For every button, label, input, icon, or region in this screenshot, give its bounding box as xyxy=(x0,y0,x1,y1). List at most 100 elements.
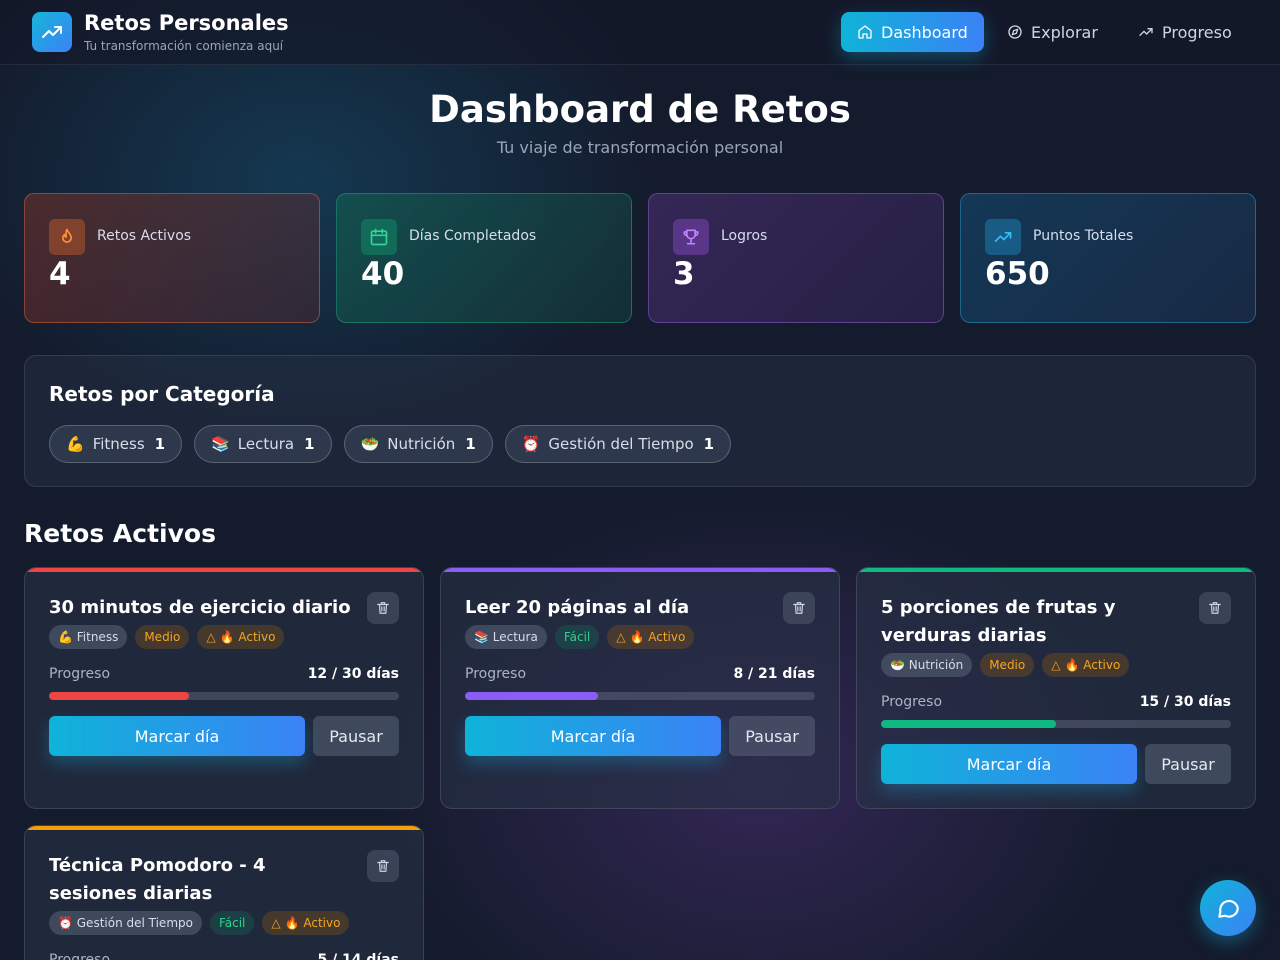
app-header: Retos Personales Tu transformación comie… xyxy=(0,0,1280,65)
chat-button[interactable] xyxy=(1200,880,1256,936)
challenge-tags: 📚 Lectura Fácil △ 🔥 Activo xyxy=(465,625,695,649)
category-label: Lectura xyxy=(237,435,295,453)
category-emoji: 📚 xyxy=(211,435,230,453)
challenge-title: 5 porciones de frutas y verduras diarias xyxy=(881,597,1116,646)
compass-icon xyxy=(1008,25,1022,39)
page-subtitle: Tu viaje de transformación personal xyxy=(496,138,784,157)
status-badge: △ 🔥 Activo xyxy=(262,911,350,935)
stat-icon-box xyxy=(985,219,1021,255)
flame-icon: △ xyxy=(1051,658,1061,672)
nav-explorar-label: Explorar xyxy=(1031,22,1098,42)
stat-card-logros: Logros 3 xyxy=(648,193,944,323)
delete-button[interactable] xyxy=(783,592,815,624)
category-count: 1 xyxy=(465,435,476,453)
stat-label: Logros xyxy=(721,228,768,244)
progress-track xyxy=(49,692,399,700)
difficulty-tag: Medio xyxy=(980,653,1035,677)
challenge-card: 30 minutos de ejercicio diario 💪 Fitness… xyxy=(24,567,424,809)
category-emoji: ⏰ xyxy=(521,435,541,453)
challenge-title: 30 minutos de ejercicio diario xyxy=(49,597,351,618)
category-emoji: 💪 xyxy=(66,435,85,453)
category-count: 1 xyxy=(154,435,166,453)
stat-card-dias-completados: Días Completados 40 xyxy=(336,193,632,323)
mark-day-button[interactable]: Marcar día xyxy=(881,744,1137,784)
stat-label: Puntos Totales xyxy=(1033,228,1134,244)
difficulty-tag: Fácil xyxy=(209,911,255,935)
category-chips: 💪 Fitness 1 📚 Lectura 1 🥗 Nutrición 1 ⏰ … xyxy=(49,425,732,463)
category-chip-fitness[interactable]: 💪 Fitness 1 xyxy=(49,425,183,463)
progress-row: Progreso 15 / 30 días xyxy=(881,694,1231,710)
category-tag: 🥗 Nutrición xyxy=(881,653,973,677)
progress-label: Progreso xyxy=(49,666,111,682)
progress-track xyxy=(881,720,1231,728)
status-label: 🔥 Activo xyxy=(1064,658,1121,672)
app-title: Retos Personales xyxy=(84,11,289,35)
category-label: Fitness xyxy=(92,435,145,453)
progress-fill xyxy=(49,692,189,700)
stat-label: Días Completados xyxy=(409,228,537,244)
progress-row: Progreso 5 / 14 días xyxy=(49,952,399,960)
difficulty-tag: Fácil xyxy=(554,625,600,649)
chat-icon xyxy=(1218,899,1239,918)
trash-icon xyxy=(377,860,389,872)
stat-value: 40 xyxy=(361,256,405,292)
category-chip-gestion-tiempo[interactable]: ⏰ Gestión del Tiempo 1 xyxy=(504,425,732,463)
progress-fill xyxy=(465,692,599,700)
challenge-title: Técnica Pomodoro - 4 sesiones diarias xyxy=(49,855,266,904)
card-accent-bar xyxy=(25,568,423,572)
calendar-icon xyxy=(370,228,388,246)
stat-value: 3 xyxy=(673,256,695,292)
category-label: Gestión del Tiempo xyxy=(548,435,694,453)
status-badge: △ 🔥 Activo xyxy=(607,625,695,649)
difficulty-tag: Medio xyxy=(135,625,190,649)
progress-track xyxy=(465,692,815,700)
card-accent-bar xyxy=(857,568,1255,572)
status-label: 🔥 Activo xyxy=(284,916,341,930)
flame-icon: △ xyxy=(271,916,281,930)
nav-explorar[interactable]: Explorar xyxy=(991,12,1114,52)
category-tag: ⏰ Gestión del Tiempo xyxy=(49,911,202,935)
nav-progreso[interactable]: Progreso xyxy=(1122,12,1248,52)
pause-button[interactable]: Pausar xyxy=(313,716,399,756)
home-icon xyxy=(858,25,872,39)
trending-up-icon xyxy=(42,26,62,38)
challenge-title: Leer 20 páginas al día xyxy=(465,597,690,618)
pause-button[interactable]: Pausar xyxy=(1145,744,1231,784)
categories-panel: Retos por Categoría 💪 Fitness 1 📚 Lectur… xyxy=(24,355,1256,487)
progress-value: 5 / 14 días xyxy=(317,952,399,960)
flame-icon xyxy=(62,228,72,243)
status-label: 🔥 Activo xyxy=(629,630,686,644)
progress-value: 8 / 21 días xyxy=(733,666,815,682)
delete-button[interactable] xyxy=(367,850,399,882)
logo[interactable] xyxy=(32,12,72,52)
card-accent-bar xyxy=(25,826,423,830)
status-badge: △ 🔥 Activo xyxy=(197,625,285,649)
trending-up-icon xyxy=(1139,27,1153,36)
status-label: 🔥 Activo xyxy=(219,630,276,644)
status-badge: △ 🔥 Activo xyxy=(1042,653,1130,677)
nav-progreso-label: Progreso xyxy=(1162,22,1232,42)
nav-dashboard[interactable]: Dashboard xyxy=(841,12,984,52)
stat-label: Retos Activos xyxy=(97,228,192,244)
trending-up-icon xyxy=(994,232,1012,242)
progress-row: Progreso 8 / 21 días xyxy=(465,666,815,682)
mark-day-button[interactable]: Marcar día xyxy=(465,716,721,756)
delete-button[interactable] xyxy=(1199,592,1231,624)
progress-row: Progreso 12 / 30 días xyxy=(49,666,399,682)
delete-button[interactable] xyxy=(367,592,399,624)
nav-dashboard-label: Dashboard xyxy=(881,22,968,42)
progress-fill xyxy=(881,720,1056,728)
card-accent-bar xyxy=(441,568,839,572)
stat-card-retos-activos: Retos Activos 4 xyxy=(24,193,320,323)
pause-button[interactable]: Pausar xyxy=(729,716,815,756)
category-chip-nutricion[interactable]: 🥗 Nutrición 1 xyxy=(343,425,493,463)
progress-label: Progreso xyxy=(881,694,943,710)
progress-value: 12 / 30 días xyxy=(307,666,399,682)
mark-day-button[interactable]: Marcar día xyxy=(49,716,305,756)
trophy-icon xyxy=(683,229,699,245)
progress-label: Progreso xyxy=(465,666,527,682)
app-subtitle: Tu transformación comienza aquí xyxy=(84,39,284,53)
categories-title: Retos por Categoría xyxy=(49,382,275,406)
challenge-tags: 💪 Fitness Medio △ 🔥 Activo xyxy=(49,625,285,649)
category-chip-lectura[interactable]: 📚 Lectura 1 xyxy=(194,425,332,463)
